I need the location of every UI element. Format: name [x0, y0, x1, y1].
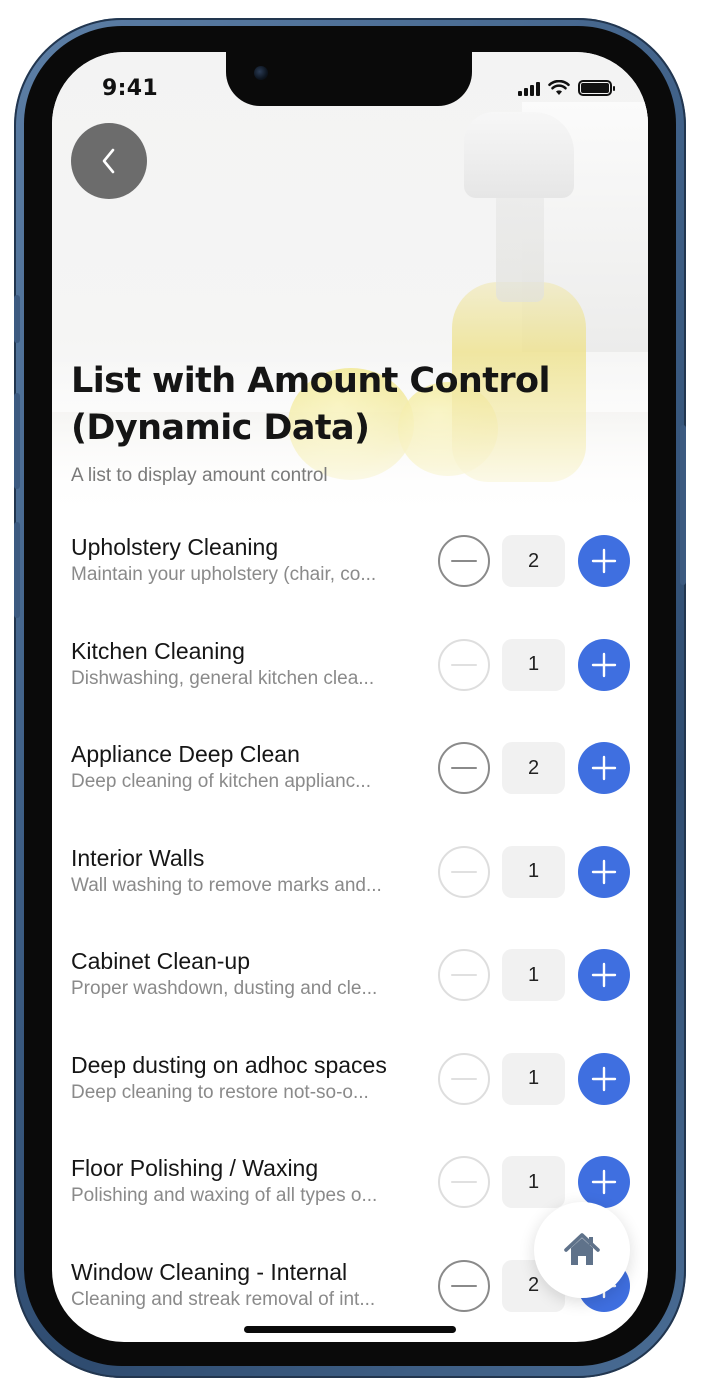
decrement-button[interactable] — [438, 1156, 490, 1208]
plus-icon — [591, 652, 617, 677]
quantity-value: 1 — [502, 1052, 565, 1105]
battery-icon — [578, 80, 615, 96]
plus-icon — [591, 962, 617, 988]
plus-icon — [591, 859, 617, 884]
increment-button[interactable] — [578, 535, 630, 587]
quantity-value: 1 — [502, 1156, 565, 1208]
item-description: Deep cleaning of kitchen applianc... — [71, 771, 371, 792]
minus-icon — [451, 1284, 477, 1287]
item-title: Deep dusting on adhoc spaces — [71, 1051, 387, 1078]
decrement-button[interactable] — [438, 845, 490, 898]
front-camera — [254, 66, 268, 80]
item-title: Kitchen Cleaning — [71, 637, 245, 664]
item-title: Appliance Deep Clean — [71, 741, 300, 767]
item-description: Cleaning and streak removal of int... — [71, 1288, 376, 1310]
screen: 9:41 List with Amount Control (Dynamic D… — [52, 52, 648, 1342]
quantity-value: 2 — [502, 742, 565, 794]
increment-button[interactable] — [578, 845, 630, 898]
minus-icon — [451, 1181, 477, 1183]
decrement-button[interactable] — [438, 742, 490, 794]
silent-switch — [14, 295, 20, 343]
quantity-value: 1 — [502, 638, 565, 691]
decrement-button[interactable] — [438, 1052, 490, 1105]
minus-icon — [451, 1077, 477, 1080]
home-button[interactable] — [534, 1202, 630, 1298]
quantity-value: 1 — [502, 949, 565, 1001]
increment-button[interactable] — [578, 1156, 630, 1208]
list-item: Cabinet Clean-up Proper washdown, dustin… — [52, 922, 648, 1026]
quantity-value: 1 — [502, 845, 565, 898]
decrement-button[interactable] — [438, 1259, 490, 1312]
list-item: Appliance Deep Clean Deep cleaning of ki… — [52, 715, 648, 819]
increment-button[interactable] — [578, 638, 630, 691]
back-button[interactable] — [71, 123, 147, 199]
home-indicator[interactable] — [244, 1326, 456, 1333]
item-title: Window Cleaning - Internal — [71, 1258, 348, 1285]
hero-bottle-neck — [496, 192, 544, 302]
cellular-signal-icon — [518, 80, 540, 96]
increment-button[interactable] — [578, 1052, 630, 1105]
decrement-button[interactable] — [438, 949, 490, 1001]
item-title: Interior Walls — [71, 844, 205, 871]
volume-down-button — [14, 522, 20, 618]
list-item: Interior Walls Wall washing to remove ma… — [52, 819, 648, 923]
list-item: Upholstery Cleaning Maintain your uphols… — [52, 508, 648, 612]
list-item: Deep dusting on adhoc spaces Deep cleani… — [52, 1026, 648, 1130]
minus-icon — [451, 560, 477, 562]
plus-icon — [591, 1169, 617, 1195]
item-description: Wall washing to remove marks and... — [71, 874, 382, 896]
item-title: Cabinet Clean-up — [71, 948, 251, 974]
plus-icon — [591, 548, 617, 574]
chevron-left-icon — [102, 148, 115, 174]
plus-icon — [591, 755, 617, 781]
home-icon — [564, 1233, 600, 1265]
minus-icon — [451, 870, 477, 873]
plus-icon — [591, 1066, 617, 1091]
decrement-button[interactable] — [438, 638, 490, 691]
minus-icon — [451, 663, 477, 666]
minus-icon — [451, 974, 477, 976]
increment-button[interactable] — [578, 949, 630, 1001]
item-description: Proper washdown, dusting and cle... — [71, 978, 378, 999]
list-item: Kitchen Cleaning Dishwashing, general ki… — [52, 612, 648, 716]
item-title: Floor Polishing / Waxing — [71, 1155, 319, 1181]
power-button — [680, 425, 686, 585]
decrement-button[interactable] — [438, 535, 490, 587]
wifi-icon — [548, 80, 570, 95]
page-title: List with Amount Control (Dynamic Data) — [71, 361, 550, 448]
item-description: Dishwashing, general kitchen clea... — [71, 667, 375, 689]
increment-button[interactable] — [578, 742, 630, 794]
volume-up-button — [14, 393, 20, 489]
status-time: 9:41 — [102, 76, 158, 101]
item-description: Maintain your upholstery (chair, co... — [71, 564, 377, 585]
hero-spray-nozzle — [464, 112, 574, 198]
page-subtitle: A list to display amount control — [71, 465, 328, 486]
minus-icon — [451, 767, 477, 769]
status-icons — [518, 80, 615, 96]
item-description: Deep cleaning to restore not-so-o... — [71, 1081, 369, 1103]
item-description: Polishing and waxing of all types o... — [71, 1185, 378, 1206]
quantity-value: 2 — [502, 535, 565, 587]
item-title: Upholstery Cleaning — [71, 534, 279, 560]
